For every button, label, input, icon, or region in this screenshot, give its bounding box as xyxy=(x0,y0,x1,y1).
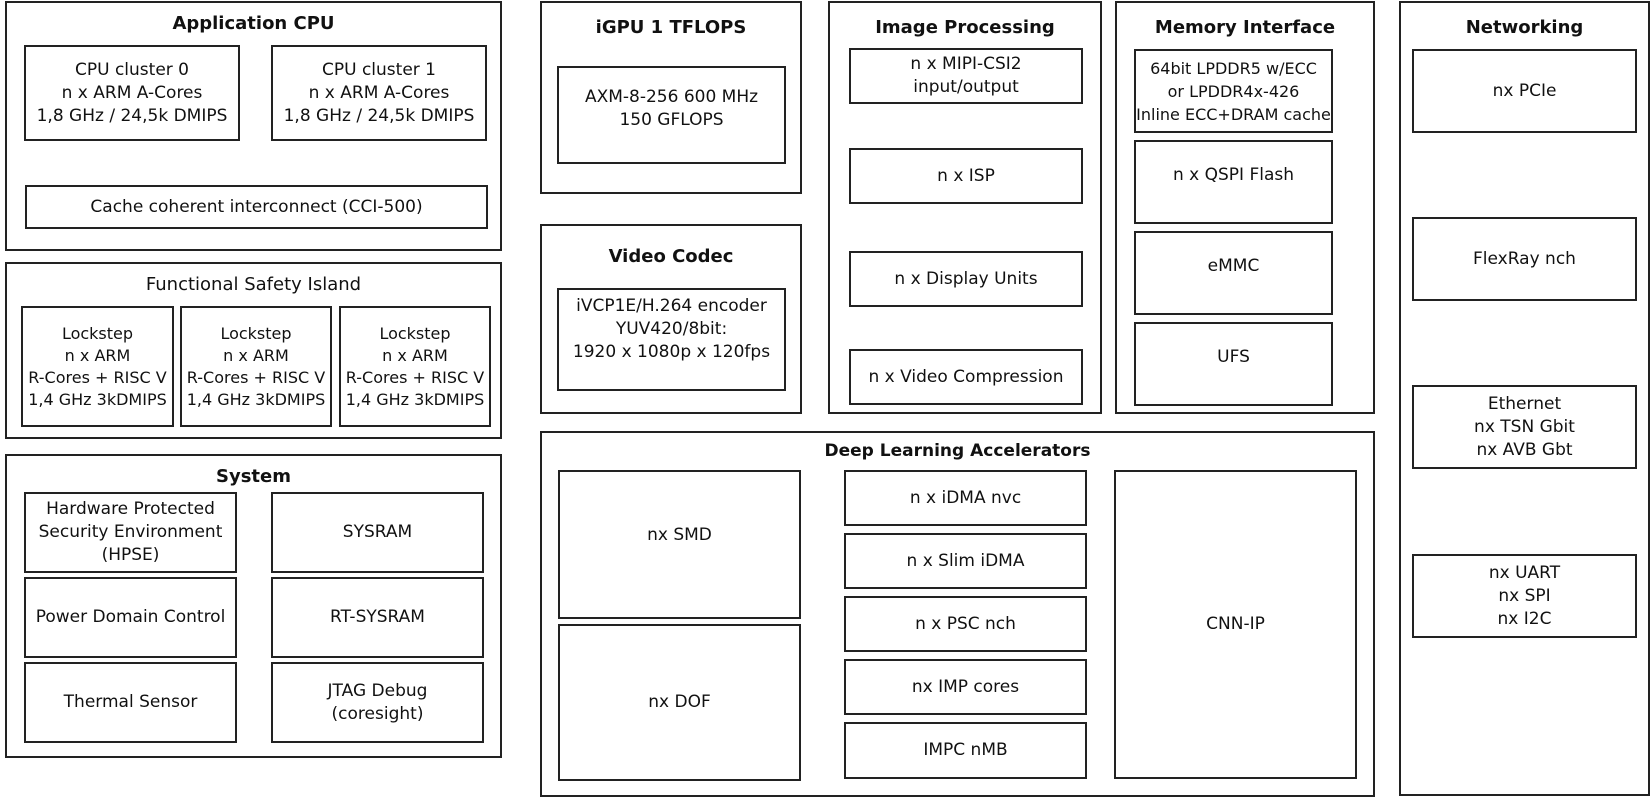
block-axm-gpu: AXM-8-256 600 MHz 150 GFLOPS xyxy=(557,66,786,164)
block-psc: n x PSC nch xyxy=(844,596,1087,652)
block-jtag-debug: JTAG Debug (coresight) xyxy=(271,662,484,743)
block-video-compression: n x Video Compression xyxy=(849,349,1083,405)
block-flexray: FlexRay nch xyxy=(1412,217,1637,301)
block-qspi-flash: n x QSPI Flash xyxy=(1134,140,1333,224)
group-title: Image Processing xyxy=(875,17,1055,38)
block-ethernet: Ethernet nx TSN Gbit nx AVB Gbt xyxy=(1412,385,1637,469)
block-lockstep-1: Lockstep n x ARM R-Cores + RISC V 1,4 GH… xyxy=(21,306,174,427)
block-hpse: Hardware Protected Security Environment … xyxy=(24,492,237,573)
block-smd: nx SMD xyxy=(558,470,801,619)
block-video-encoder: iVCP1E/H.264 encoder YUV420/8bit: 1920 x… xyxy=(557,288,786,391)
block-impc-nmb: IMPC nMB xyxy=(844,722,1087,779)
block-idma-nvc: n x iDMA nvc xyxy=(844,470,1087,526)
group-title: Functional Safety Island xyxy=(145,274,362,295)
group-title: iGPU 1 TFLOPS xyxy=(595,17,747,38)
block-pcie: nx PCIe xyxy=(1412,49,1637,133)
block-cci-500: Cache coherent interconnect (CCI-500) xyxy=(25,185,488,229)
group-title: Application CPU xyxy=(172,13,335,34)
block-imp-cores: nx IMP cores xyxy=(844,659,1087,715)
block-power-domain-control: Power Domain Control xyxy=(24,577,237,658)
block-thermal-sensor: Thermal Sensor xyxy=(24,662,237,743)
block-rt-sysram: RT-SYSRAM xyxy=(271,577,484,658)
group-title: Deep Learning Accelerators xyxy=(824,441,1091,461)
group-title: Memory Interface xyxy=(1154,17,1336,38)
block-cpu-cluster-1: CPU cluster 1 n x ARM A-Cores 1,8 GHz / … xyxy=(271,45,487,141)
block-sysram: SYSRAM xyxy=(271,492,484,573)
block-isp: n x ISP xyxy=(849,148,1083,204)
group-title: Networking xyxy=(1465,17,1584,38)
block-cpu-cluster-0: CPU cluster 0 n x ARM A-Cores 1,8 GHz / … xyxy=(24,45,240,141)
block-serial-interfaces: nx UART nx SPI nx I2C xyxy=(1412,554,1637,638)
block-slim-idma: n x Slim iDMA xyxy=(844,533,1087,589)
block-lpddr5: 64bit LPDDR5 w/ECC or LPDDR4x-426 Inline… xyxy=(1134,49,1333,133)
block-cnn-ip: CNN-IP xyxy=(1114,470,1357,779)
group-title: System xyxy=(216,466,291,487)
block-ufs: UFS xyxy=(1134,322,1333,406)
block-emmc: eMMC xyxy=(1134,231,1333,315)
block-dof: nx DOF xyxy=(558,624,801,781)
block-mipi-csi2: n x MIPI-CSI2 input/output xyxy=(849,48,1083,104)
block-lockstep-2: Lockstep n x ARM R-Cores + RISC V 1,4 GH… xyxy=(180,306,332,427)
group-title: Video Codec xyxy=(608,246,734,267)
block-display-units: n x Display Units xyxy=(849,251,1083,307)
block-lockstep-3: Lockstep n x ARM R-Cores + RISC V 1,4 GH… xyxy=(339,306,491,427)
